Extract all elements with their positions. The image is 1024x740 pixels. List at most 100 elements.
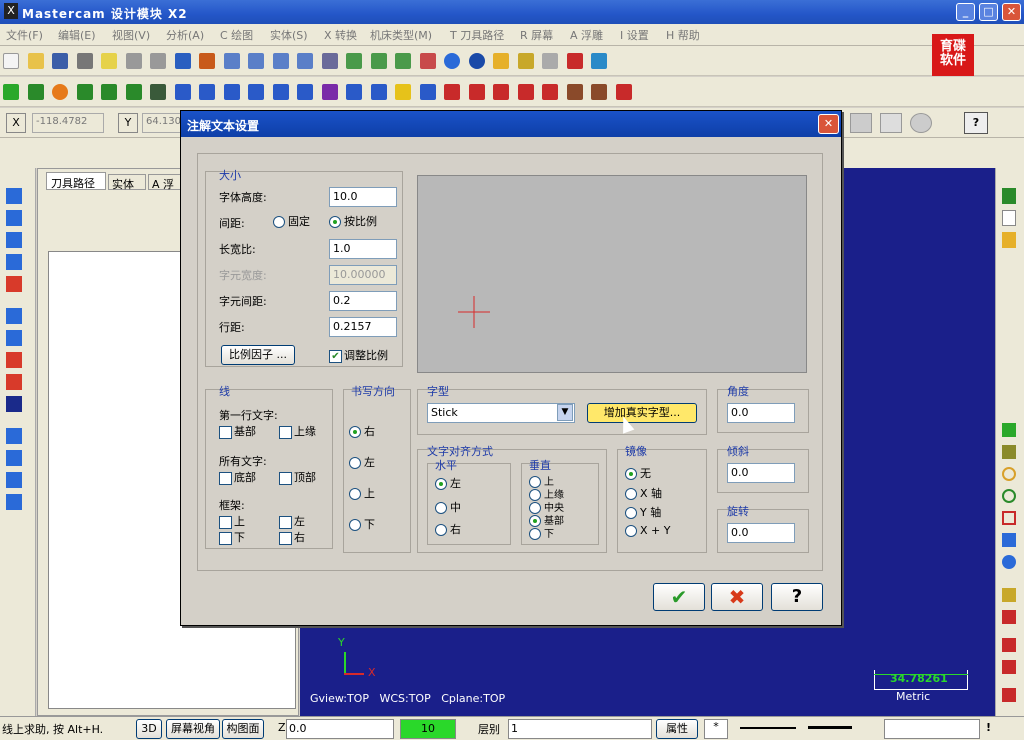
font-height-input[interactable]: 10.0 (329, 187, 397, 207)
rotate-input[interactable]: 0.0 (727, 523, 795, 543)
menu-toolpaths[interactable]: T 刀具路径 (450, 27, 504, 43)
zoom-out-icon[interactable] (297, 53, 313, 69)
arch-icon[interactable] (493, 84, 509, 100)
tool1-right-icon[interactable] (1002, 588, 1016, 602)
menu-view[interactable]: 视图(V) (112, 27, 150, 43)
tool4-right-icon[interactable] (1002, 660, 1016, 674)
char-spacing-input[interactable]: 0.2 (329, 291, 397, 311)
boolean-icon[interactable] (6, 450, 22, 466)
menu-settings[interactable]: I 设置 (620, 27, 649, 43)
frame-bottom-checkbox[interactable]: 下 (219, 529, 245, 545)
repaint-icon[interactable] (199, 53, 215, 69)
solid-cyl-icon[interactable] (6, 330, 22, 346)
menu-xform[interactable]: X 转换 (324, 27, 357, 43)
query-icon[interactable] (566, 53, 583, 69)
tool2-right-icon[interactable] (1002, 610, 1016, 624)
dir-down-radio[interactable]: 下 (349, 516, 375, 532)
tab-toolpaths[interactable]: 刀具路径 (46, 172, 106, 190)
drill-icon[interactable] (6, 210, 22, 226)
dimension-icon[interactable] (395, 84, 411, 100)
sphere-icon[interactable] (468, 53, 485, 69)
frame-right-checkbox[interactable]: 右 (279, 529, 305, 545)
rotate-icon[interactable] (272, 84, 289, 100)
cube-iso-icon[interactable] (419, 53, 436, 69)
chevron-down-icon[interactable]: ▼ (557, 404, 573, 421)
menu-analyze[interactable]: 分析(A) (166, 27, 204, 43)
menu-screen[interactable]: R 屏幕 (520, 27, 553, 43)
zoom-in-icon[interactable] (272, 53, 289, 69)
analyze-icon[interactable] (591, 53, 607, 69)
box-icon[interactable] (468, 84, 485, 100)
fillet-icon[interactable] (101, 84, 117, 100)
cylinder-icon[interactable] (150, 84, 166, 100)
pencil-right-icon[interactable] (1002, 232, 1016, 248)
y-coord-field[interactable]: 64.130 (142, 113, 182, 133)
x-coord-field[interactable]: -118.4782 (32, 113, 104, 133)
tool5-right-icon[interactable] (1002, 688, 1016, 702)
wand-icon[interactable] (542, 53, 558, 69)
check-icon[interactable] (880, 113, 902, 133)
adjust-scale-checkbox[interactable]: ✔ 调整比例 (329, 347, 388, 363)
slant-input[interactable]: 0.0 (727, 463, 795, 483)
stop-icon[interactable] (910, 113, 932, 133)
mirror-x-radio[interactable]: X 轴 (625, 485, 662, 501)
v-bottom-radio[interactable]: 下 (529, 525, 554, 540)
minimize-button[interactable]: _ (956, 3, 975, 21)
help-button[interactable]: ? (771, 583, 823, 611)
spacing-fixed-radio[interactable]: 固定 (273, 213, 310, 229)
color-icon[interactable] (591, 84, 607, 100)
pan-icon[interactable] (174, 53, 191, 69)
cube-front-icon[interactable] (395, 53, 411, 69)
h-center-radio[interactable]: 中 (435, 499, 461, 515)
line-icon[interactable] (27, 84, 44, 100)
solid-box-icon[interactable] (6, 308, 22, 324)
rect-right-icon[interactable] (1002, 511, 1016, 525)
array-icon[interactable] (346, 84, 362, 100)
loft-icon[interactable] (6, 494, 22, 510)
globe-right-icon[interactable] (1002, 555, 1016, 569)
line-width-icon[interactable] (808, 726, 852, 729)
color-field[interactable]: 10 (400, 719, 456, 739)
l-tool-icon[interactable] (1002, 188, 1016, 204)
line-right-icon[interactable] (1002, 445, 1016, 459)
aspect-input[interactable]: 1.0 (329, 239, 397, 259)
cancel-button[interactable]: ✖ (711, 583, 763, 611)
surface-icon[interactable] (6, 276, 22, 292)
circle-icon[interactable] (52, 84, 68, 100)
menu-help[interactable]: H 帮助 (666, 27, 700, 43)
redo-icon[interactable] (150, 53, 166, 69)
z-depth-field[interactable]: 0.0 (286, 719, 394, 739)
baseline-checkbox[interactable]: 基部 (219, 423, 256, 439)
shell-icon[interactable] (6, 428, 22, 444)
mirror-xy-radio[interactable]: X + Y (625, 524, 670, 537)
dir-left-radio[interactable]: 左 (349, 454, 375, 470)
solid-icon[interactable] (542, 84, 558, 100)
extrude-icon[interactable] (6, 374, 22, 390)
zoom-window-icon[interactable] (248, 53, 264, 69)
plane-button[interactable]: 构图面 (222, 719, 264, 739)
save-icon[interactable] (52, 53, 68, 69)
layer-icon[interactable] (566, 84, 583, 100)
mirror-none-radio[interactable]: 无 (625, 465, 651, 481)
menu-file[interactable]: 文件(F) (6, 27, 43, 43)
3d-button[interactable]: 3D (136, 719, 162, 739)
highlight-icon[interactable] (101, 53, 117, 69)
mirror-y-radio[interactable]: Y 轴 (625, 504, 661, 520)
undo-icon[interactable] (125, 53, 142, 69)
arc-right-icon[interactable] (1002, 489, 1016, 503)
line-style-icon[interactable] (740, 727, 796, 729)
add-right-icon[interactable] (1002, 423, 1016, 437)
bottle-icon[interactable] (615, 84, 632, 100)
menu-edit[interactable]: 编辑(E) (58, 27, 96, 43)
upper-checkbox[interactable]: 上缘 (279, 423, 316, 439)
sweep-icon[interactable] (6, 472, 22, 488)
tool3-right-icon[interactable] (1002, 638, 1016, 652)
tag-icon[interactable] (517, 84, 534, 100)
point-style-icon[interactable]: * (704, 719, 728, 739)
help-icon[interactable]: ? (964, 112, 988, 134)
revolve-icon[interactable] (6, 396, 22, 412)
edit-icon[interactable] (419, 84, 436, 100)
solid-cone-icon[interactable] (6, 352, 22, 368)
stretch-icon[interactable] (370, 84, 387, 100)
dir-right-radio[interactable]: 右 (349, 423, 375, 439)
